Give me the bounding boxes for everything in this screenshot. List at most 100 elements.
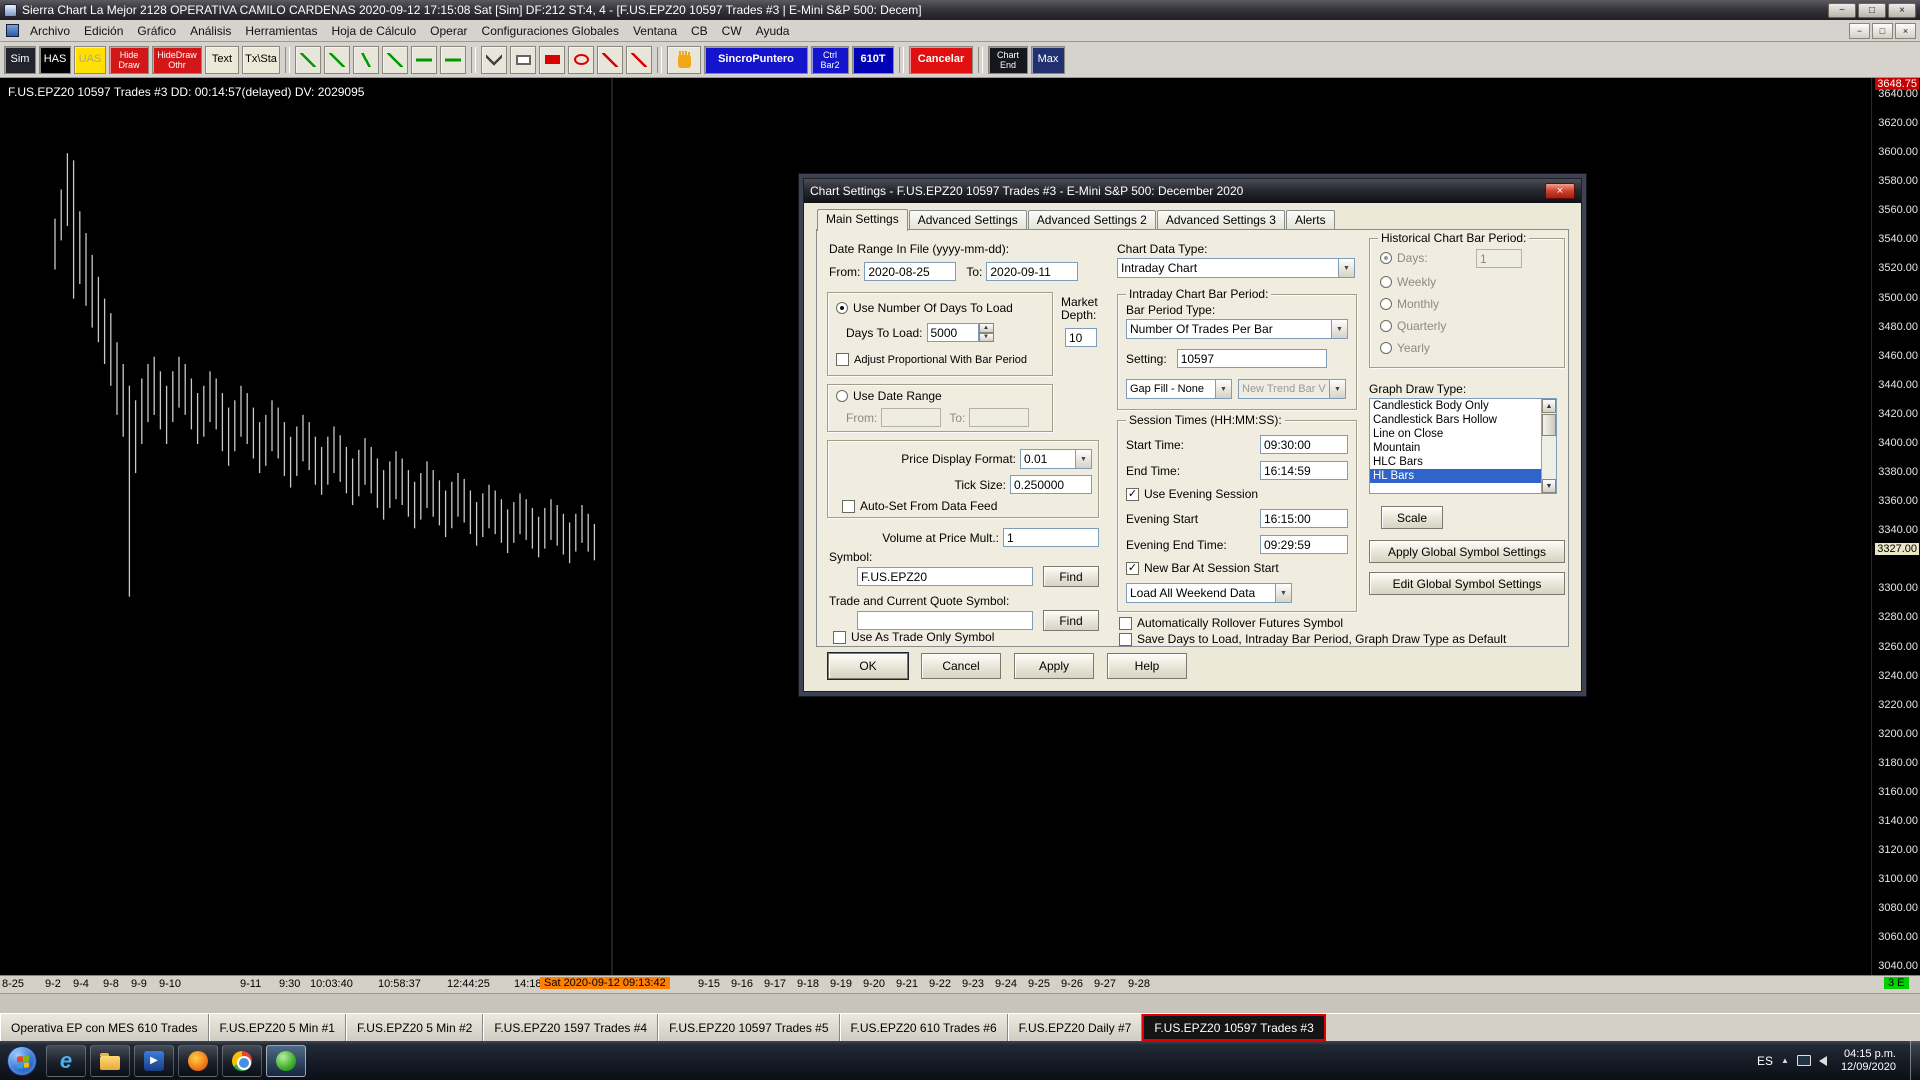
evening-end-input[interactable]	[1260, 535, 1348, 554]
menu-configuraciones-globales[interactable]: Configuraciones Globales	[475, 22, 626, 40]
chart-tab-f-us-epz20-daily-7[interactable]: F.US.EPZ20 Daily #7	[1008, 1014, 1143, 1041]
menu-cb[interactable]: CB	[684, 22, 715, 40]
days-spinner[interactable]: ▲▼	[979, 323, 994, 342]
scroll-thumb[interactable]	[1542, 414, 1556, 436]
trendline-tool-button[interactable]	[295, 46, 321, 74]
toolbar-button-hidedraw-othr[interactable]: HideDraw Othr	[152, 46, 202, 74]
evening-session-checkbox[interactable]: Use Evening Session	[1126, 487, 1258, 501]
minimize-button[interactable]: −	[1828, 3, 1856, 18]
tab-main-settings[interactable]: Main Settings	[817, 209, 908, 231]
toolbar-button-has[interactable]: HAS	[39, 46, 71, 74]
red-arrow-tool-button[interactable]	[626, 46, 652, 74]
tick-size-input[interactable]	[1010, 475, 1092, 494]
scroll-down-icon[interactable]: ▼	[1542, 479, 1556, 493]
range-from-input[interactable]	[881, 408, 941, 427]
market-depth-input[interactable]	[1065, 328, 1097, 347]
ray-tool-button[interactable]	[324, 46, 350, 74]
show-desktop-button[interactable]	[1910, 1041, 1920, 1080]
close-button[interactable]: ×	[1888, 3, 1916, 18]
trade-only-checkbox[interactable]: Use As Trade Only Symbol	[833, 630, 994, 644]
extending-line-tool-button[interactable]	[353, 46, 379, 74]
price-scale[interactable]: 3648.753640.003620.003600.003580.003560.…	[1871, 78, 1920, 975]
use-days-radio[interactable]: Use Number Of Days To Load	[836, 301, 1013, 315]
graph-draw-option-candlestick-bars-hollow[interactable]: Candlestick Bars Hollow	[1370, 413, 1541, 427]
gap-fill-combo[interactable]: Gap Fill - None ▼	[1126, 379, 1232, 399]
mdi-restore-button[interactable]: □	[1872, 23, 1893, 39]
date-from-input[interactable]	[864, 262, 956, 281]
use-date-range-radio[interactable]: Use Date Range	[836, 389, 942, 403]
horizontal-line-tool-button[interactable]	[411, 46, 437, 74]
date-to-input[interactable]	[986, 262, 1078, 281]
toolbar-button-hide-draw[interactable]: Hide Draw	[109, 46, 149, 74]
graph-draw-type-list[interactable]: Candlestick Body OnlyCandlestick Bars Ho…	[1369, 398, 1557, 494]
start-time-input[interactable]	[1260, 435, 1348, 454]
chart-tab-f-us-epz20-5-min-2[interactable]: F.US.EPZ20 5 Min #2	[346, 1014, 483, 1041]
trade-symbol-input[interactable]	[857, 611, 1033, 630]
graph-draw-option-hlc-bars[interactable]: HLC Bars	[1370, 455, 1541, 469]
menu-gr-fico[interactable]: Gráfico	[130, 22, 183, 40]
rollover-checkbox[interactable]: Automatically Rollover Futures Symbol	[1119, 616, 1343, 630]
graph-draw-option-line-on-close[interactable]: Line on Close	[1370, 427, 1541, 441]
orange-app-taskbar-button[interactable]	[178, 1045, 218, 1077]
bar-period-type-combo[interactable]: Number Of Trades Per Bar ▼	[1126, 319, 1348, 339]
horizontal-ray-tool-button[interactable]	[440, 46, 466, 74]
ellipse-tool-button[interactable]	[568, 46, 594, 74]
menu-herramientas[interactable]: Herramientas	[238, 22, 324, 40]
end-time-input[interactable]	[1260, 461, 1348, 480]
chart-tab-f-us-epz20-1597-trades-4[interactable]: F.US.EPZ20 1597 Trades #4	[483, 1014, 658, 1041]
chrome-taskbar-button[interactable]	[222, 1045, 262, 1077]
historical-days-input[interactable]	[1476, 249, 1522, 268]
media-player-taskbar-button[interactable]: ▶	[134, 1045, 174, 1077]
cancel-button[interactable]: Cancel	[921, 653, 1001, 679]
folder-taskbar-button[interactable]	[90, 1045, 130, 1077]
weekend-data-combo[interactable]: Load All Weekend Data ▼	[1126, 583, 1292, 603]
help-button[interactable]: Help	[1107, 653, 1187, 679]
new-bar-session-checkbox[interactable]: New Bar At Session Start	[1126, 561, 1279, 575]
zigzag-tool-button[interactable]	[481, 46, 507, 74]
trade-find-button[interactable]: Find	[1043, 610, 1099, 631]
filled-rectangle-tool-button[interactable]	[539, 46, 565, 74]
scale-button[interactable]: Scale	[1381, 506, 1443, 529]
chart-tab-f-us-epz20-610-trades-6[interactable]: F.US.EPZ20 610 Trades #6	[840, 1014, 1008, 1041]
apply-button[interactable]: Apply	[1014, 653, 1094, 679]
taskbar-clock[interactable]: 04:15 p.m. 12/09/2020	[1835, 1048, 1902, 1074]
dialog-titlebar[interactable]: Chart Settings - F.US.EPZ20 10597 Trades…	[804, 179, 1581, 203]
symbol-find-button[interactable]: Find	[1043, 566, 1099, 587]
save-defaults-checkbox[interactable]: Save Days to Load, Intraday Bar Period, …	[1119, 632, 1506, 646]
graph-draw-option-hl-bars[interactable]: HL Bars	[1370, 469, 1541, 483]
internet-explorer-taskbar-button[interactable]: e	[46, 1045, 86, 1077]
chart-tab-f-us-epz20-10597-trades-3[interactable]: F.US.EPZ20 10597 Trades #3	[1142, 1014, 1325, 1041]
graph-draw-option-candlestick-body-only[interactable]: Candlestick Body Only	[1370, 399, 1541, 413]
volume-tray-icon[interactable]	[1819, 1056, 1827, 1066]
mdi-minimize-button[interactable]: −	[1849, 23, 1870, 39]
list-scrollbar[interactable]: ▲ ▼	[1541, 399, 1556, 493]
time-axis[interactable]: 8-259-29-49-89-99-109-119:3010:03:4010:5…	[0, 975, 1920, 993]
tray-chevron-icon[interactable]: ▲	[1781, 1056, 1789, 1065]
volume-mult-input[interactable]	[1003, 528, 1099, 547]
toolbar-button-chart-end[interactable]: Chart End	[988, 46, 1028, 74]
menu-ventana[interactable]: Ventana	[626, 22, 684, 40]
menu-cw[interactable]: CW	[715, 22, 749, 40]
historical-weekly-radio[interactable]: Weekly	[1380, 275, 1436, 289]
historical-days-radio[interactable]: Days:	[1380, 251, 1428, 265]
autoset-checkbox[interactable]: Auto-Set From Data Feed	[842, 499, 997, 513]
toolbar-button-tx-sta[interactable]: Tx\Sta	[242, 46, 280, 74]
toolbar-button-sincropuntero[interactable]: SincroPuntero	[704, 46, 808, 74]
days-to-load-input[interactable]	[927, 323, 979, 342]
price-display-format-combo[interactable]: 0.01 ▼	[1020, 449, 1092, 469]
red-line-tool-button[interactable]	[597, 46, 623, 74]
bar-period-setting-input[interactable]	[1177, 349, 1327, 368]
historical-monthly-radio[interactable]: Monthly	[1380, 297, 1439, 311]
menu-operar[interactable]: Operar	[423, 22, 474, 40]
maximize-button[interactable]: □	[1858, 3, 1886, 18]
toolbar-button-ctrl-bar2[interactable]: Ctrl Bar2	[811, 46, 849, 74]
symbol-input[interactable]	[857, 567, 1033, 586]
toolbar-button-cancelar[interactable]: Cancelar	[909, 46, 973, 74]
new-trend-bar-combo[interactable]: New Trend Bar V ▼	[1238, 379, 1346, 399]
menu-ayuda[interactable]: Ayuda	[749, 22, 797, 40]
toolbar-button-uas[interactable]: UAS	[74, 46, 106, 74]
rectangle-tool-button[interactable]	[510, 46, 536, 74]
menu-edici-n[interactable]: Edición	[77, 22, 130, 40]
chart-tab-operativa-ep-con-mes-610-trades[interactable]: Operativa EP con MES 610 Trades	[0, 1014, 209, 1041]
chart-tab-f-us-epz20-5-min-1[interactable]: F.US.EPZ20 5 Min #1	[209, 1014, 346, 1041]
